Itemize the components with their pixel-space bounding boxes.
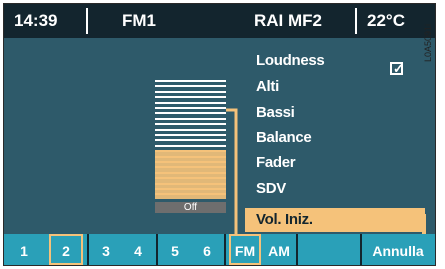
preset-button-6[interactable]: 6 [193, 234, 221, 265]
clock: 14:39 [14, 11, 58, 30]
button-separator [87, 234, 89, 265]
button-separator [296, 234, 298, 265]
button-separator [156, 234, 158, 265]
menu-item-label: Fader [256, 154, 296, 171]
volume-segment [155, 144, 226, 147]
cancel-button[interactable]: Annulla [366, 234, 430, 265]
menu-item-sdv[interactable]: SDV [256, 180, 286, 197]
volume-segment [155, 128, 226, 131]
volume-segment [155, 193, 226, 196]
volume-segment [155, 188, 226, 190]
menu-item-alti[interactable]: Alti [256, 78, 279, 95]
volume-segment [155, 177, 226, 180]
volume-segment [155, 101, 226, 104]
preset-button-4[interactable]: 4 [124, 234, 152, 265]
checkmark-icon: ✓ [393, 61, 404, 76]
temperature: 22°C [367, 11, 405, 30]
bottom-bar: 1 2 3 4 5 6 FM AM Annulla [4, 234, 435, 265]
volume-segment [155, 107, 226, 109]
status-separator [355, 8, 357, 34]
status-bar: 14:39 FM1 RAI MF2 22°C [4, 4, 435, 38]
menu-item-balance[interactable]: Balance [256, 129, 312, 146]
menu-item-label: SDV [256, 180, 286, 197]
volume-segment [155, 96, 226, 99]
volume-segment [155, 182, 226, 185]
volume-segment [155, 139, 226, 142]
menu-item-label: Alti [256, 78, 279, 95]
volume-segment [155, 90, 226, 93]
menu-item-label: Vol. Iniz. [256, 211, 313, 228]
radio-display: 14:39 FM1 RAI MF2 22°C Off Loudness ✓ Al… [3, 3, 436, 266]
volume-segment [155, 161, 226, 163]
volume-segment [155, 80, 226, 82]
volume-segment [155, 166, 226, 169]
selection-bracket [422, 214, 426, 234]
button-separator [360, 234, 362, 265]
loudness-checkbox[interactable]: ✓ [390, 61, 404, 76]
volume-segment [155, 134, 226, 136]
station-name: RAI MF2 [254, 11, 322, 30]
status-separator [86, 8, 88, 34]
volume-segment [155, 155, 226, 158]
menu-item-label: Loudness [256, 52, 325, 69]
volume-off-label: Off [155, 202, 226, 213]
volume-segment [155, 123, 226, 126]
preset-button-2[interactable]: 2 [49, 234, 83, 265]
menu-item-loudness[interactable]: Loudness [256, 52, 325, 69]
figure-code: L0A5091i [423, 23, 433, 62]
band-button-fm[interactable]: FM [229, 234, 261, 265]
preset-button-1[interactable]: 1 [10, 234, 38, 265]
menu-item-label: Balance [256, 129, 312, 146]
volume-segment [155, 117, 226, 120]
band-label: FM1 [122, 11, 156, 30]
menu-item-fader[interactable]: Fader [256, 154, 296, 171]
preset-button-5[interactable]: 5 [161, 234, 189, 265]
volume-segment [155, 171, 226, 174]
band-button-am[interactable]: AM [264, 234, 294, 265]
button-separator [224, 234, 226, 265]
volume-segment [155, 112, 226, 115]
menu-item-bassi[interactable]: Bassi [256, 104, 295, 121]
volume-segment [155, 85, 226, 88]
volume-segment [155, 150, 226, 153]
preset-button-3[interactable]: 3 [92, 234, 120, 265]
menu-item-vol-iniz[interactable]: Vol. Iniz. [245, 208, 425, 232]
menu-item-label: Bassi [256, 104, 295, 121]
